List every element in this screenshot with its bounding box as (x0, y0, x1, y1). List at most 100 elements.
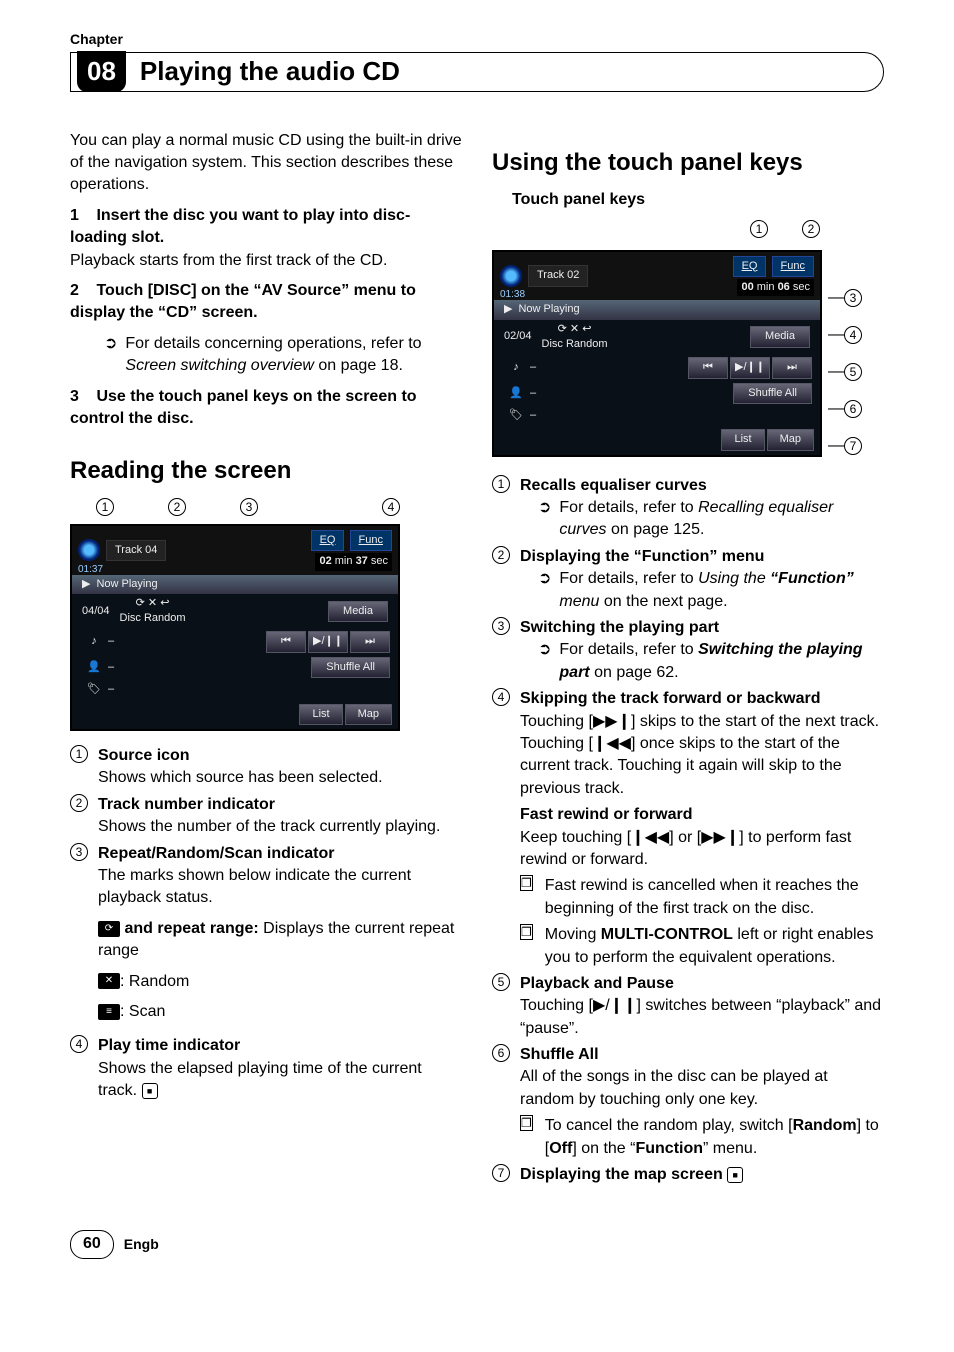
using-c3-ref: For details, refer to Switching the play… (559, 639, 884, 684)
note-icon: ❐ (520, 875, 533, 891)
scan-label: : Scan (120, 1003, 165, 1020)
using-c5-body: Touching [▶/❙❙] switches between “playba… (520, 997, 881, 1036)
album-icon-2: 🏷 (502, 408, 530, 423)
reading-annot-top: 1 2 3 4 (70, 498, 462, 516)
track-title-dash: – (108, 634, 114, 649)
step-2-sub-text: For details concerning operations, refer… (125, 333, 462, 378)
media-button-2[interactable]: Media (750, 326, 810, 347)
step-1-body: Playback starts from the first track of … (70, 252, 387, 269)
using-c7-title: Displaying the map screen (520, 1166, 723, 1183)
next-icon: ▶▶❙ (593, 713, 631, 730)
prev-button-2[interactable]: ⏮ (688, 357, 728, 379)
using-c2-ref: For details, refer to Using the “Functio… (559, 568, 884, 613)
step-2-sub-suffix: on page 18. (318, 357, 403, 374)
using-c4-body: Touching [▶▶❙] skips to the start of the… (520, 713, 879, 797)
chapter-label: Chapter (70, 30, 884, 50)
using-c6-title: Shuffle All (520, 1046, 599, 1063)
annot-3: 3 (240, 498, 258, 516)
eq-tab-2[interactable]: EQ (733, 256, 767, 277)
playpause-icon: ▶/❙❙ (593, 997, 637, 1014)
play-time-2: 00 min 06 sec (737, 279, 814, 296)
list-button-2[interactable]: List (721, 429, 764, 450)
play-indicator-icon: ▶ (82, 577, 90, 592)
track-counter-2: 02/04 (504, 329, 532, 344)
next-button-2[interactable]: ⏭ (772, 357, 812, 379)
using-annot-5: 5 (844, 363, 862, 381)
func-tab-2[interactable]: Func (772, 256, 814, 277)
artist-dash-2: – (530, 386, 536, 401)
map-button[interactable]: Map (345, 704, 392, 725)
map-button-2[interactable]: Map (767, 429, 814, 450)
step-1-num: 1 (70, 205, 92, 227)
reading-callout-2: 2 Track number indicator Shows the numbe… (70, 794, 462, 839)
shuffle-button-2[interactable]: Shuffle All (733, 383, 812, 404)
list-button[interactable]: List (299, 704, 342, 725)
callout-1-body: Shows which source has been selected. (98, 769, 383, 786)
using-c6-body: All of the songs in the disc can be play… (520, 1068, 828, 1107)
using-c5-num: 5 (492, 973, 510, 991)
page-footer: 60 Engb (70, 1230, 884, 1258)
step-3-title: Use the touch panel keys on the screen t… (70, 388, 417, 427)
mode-label-2: Disc Random (542, 338, 608, 350)
repeat-icon: ⟳ (98, 921, 120, 937)
using-subheading: Touch panel keys (492, 189, 884, 211)
reading-screenshot: Track 04 EQ Func 02 min 37 sec 01:37 ▶No… (70, 524, 400, 731)
using-callout-5: 5 Playback and Pause Touching [▶/❙❙] swi… (492, 973, 884, 1040)
callout-2-body: Shows the number of the track currently … (98, 818, 440, 835)
using-c1-num: 1 (492, 475, 510, 493)
annot-1: 1 (96, 498, 114, 516)
reading-callout-3: 3 Repeat/Random/Scan indicator The marks… (70, 843, 462, 1032)
using-c2-bold: “Function” (770, 570, 854, 587)
playpause-button-2[interactable]: ▶/❙❙ (730, 357, 770, 379)
artist-icon: 👤 (80, 660, 108, 675)
scan-icon: ≡ (98, 1004, 120, 1020)
using-c2-title: Displaying the “Function” menu (520, 548, 764, 565)
artist-icon-2: 👤 (502, 386, 530, 401)
callout-4-title: Play time indicator (98, 1037, 240, 1054)
using-callout-2: 2 Displaying the “Function” menu ➲ For d… (492, 546, 884, 613)
page-number: 60 (70, 1230, 114, 1258)
reference-arrow-icon: ➲ (538, 568, 551, 590)
using-annot-3: 3 (844, 289, 862, 307)
reference-arrow-icon: ➲ (104, 333, 117, 355)
eq-tab[interactable]: EQ (311, 530, 345, 551)
using-c7-num: 7 (492, 1164, 510, 1182)
shuffle-button[interactable]: Shuffle All (311, 657, 390, 678)
note-icon: ❐ (520, 1115, 533, 1131)
using-c4-title: Skipping the track forward or backward (520, 690, 821, 707)
reference-arrow-icon: ➲ (538, 497, 551, 519)
using-annot-2: 2 (802, 220, 820, 238)
using-annot-6: 6 (844, 400, 862, 418)
mode-icons: ⟳ ✕ ↩ (136, 597, 170, 609)
prev-icon: ❙◀◀ (593, 735, 631, 752)
using-callout-7: 7 Displaying the map screen ■ (492, 1164, 884, 1186)
using-c4-note1: Fast rewind is cancelled when it reaches… (545, 875, 884, 920)
clock: 01:37 (78, 563, 103, 577)
next-icon: ▶▶❙ (701, 829, 739, 846)
section-end-icon: ■ (727, 1167, 743, 1183)
step-2-sub-prefix: For details concerning operations, refer… (125, 335, 421, 352)
callout-num-4: 4 (70, 1035, 88, 1053)
prev-button[interactable]: ⏮ (266, 631, 306, 653)
using-annot-top: 1 2 (492, 220, 884, 238)
using-c6-num: 6 (492, 1044, 510, 1062)
using-screenshot: Track 02 EQ Func 00 min 06 sec 01:38 ▶No… (492, 250, 822, 457)
reading-callout-4: 4 Play time indicator Shows the elapsed … (70, 1035, 462, 1102)
chapter-header: 08 Playing the audio CD (70, 52, 884, 92)
using-c3-num: 3 (492, 617, 510, 635)
playpause-button[interactable]: ▶/❙❙ (308, 631, 348, 653)
step-2-sub: ➲ For details concerning operations, ref… (70, 333, 462, 378)
func-tab[interactable]: Func (350, 530, 392, 551)
step-3-num: 3 (70, 386, 92, 408)
callout-2-title: Track number indicator (98, 796, 275, 813)
callout-num-1: 1 (70, 745, 88, 763)
now-playing-label-2: Now Playing (518, 302, 579, 317)
using-c1-title: Recalls equaliser curves (520, 477, 707, 494)
reference-arrow-icon: ➲ (538, 639, 551, 661)
media-button[interactable]: Media (328, 601, 388, 622)
using-heading: Using the touch panel keys (492, 146, 884, 180)
callout-num-3: 3 (70, 843, 88, 861)
artist-dash: – (108, 660, 114, 675)
step-2-sub-ref: Screen switching overview (125, 357, 314, 374)
next-button[interactable]: ⏭ (350, 631, 390, 653)
